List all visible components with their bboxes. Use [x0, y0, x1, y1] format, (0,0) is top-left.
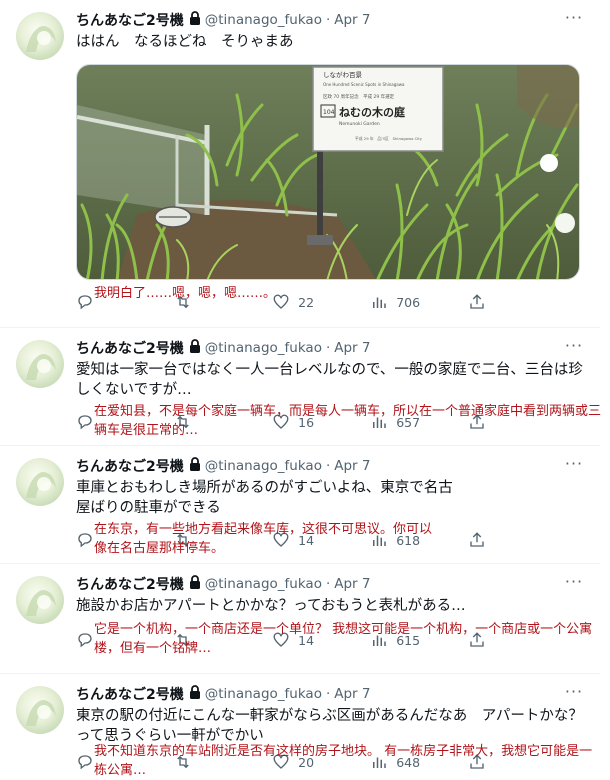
more-dots-icon[interactable]: ··· — [562, 454, 586, 474]
sign-line2: One Hundred Scenic Spots in Shinagawa — [323, 82, 405, 87]
lock-icon — [189, 685, 201, 703]
separator-dot: · — [325, 576, 331, 592]
display-name[interactable]: ちんあなご2号機 — [76, 338, 184, 358]
tweet[interactable]: ちんあなご2号機 @tinanago_fukao · Apr 7 ··· 施設か… — [0, 564, 600, 674]
like-button[interactable]: 22 — [272, 293, 370, 311]
more-dots-icon[interactable]: ··· — [562, 572, 586, 592]
display-name[interactable]: ちんあなご2号機 — [76, 574, 184, 594]
avatar[interactable] — [16, 686, 64, 734]
more-dots-icon[interactable]: ··· — [562, 336, 586, 356]
tweet-text: 東京の駅の付近にこんな一軒家がならぶ区画があるんだなあ アパートかな？って思うぐ… — [76, 708, 583, 744]
share-icon — [470, 294, 484, 309]
tweet-image[interactable]: しながわ百景 One Hundred Scenic Spots in Shina… — [76, 64, 580, 280]
lock-icon — [189, 339, 201, 357]
tweet[interactable]: ちんあなご2号機 @tinanago_fukao · Apr 7 ··· ははん… — [0, 0, 600, 328]
tweet-header: ちんあなご2号機 @tinanago_fukao · Apr 7 — [76, 684, 371, 704]
sign-footer: 平成 29 年 品川区 Shinagawa City — [355, 136, 423, 141]
tweet-header: ちんあなご2号機 @tinanago_fukao · Apr 7 — [76, 10, 371, 30]
tweet-actions: 22 706 — [76, 292, 506, 312]
lock-icon — [189, 457, 201, 475]
translation-overlay: 在东京，有一些地方看起来像车库，这很不可思议。你可以像在名古屋那样停车。 — [94, 522, 433, 556]
user-handle[interactable]: @tinanago_fukao — [205, 12, 322, 28]
translation-overlay: 它是一个机构，一个商店还是一个单位？ 我想这可能是一个机构，一个商店或一个公寓楼… — [94, 622, 593, 656]
reply-icon — [78, 755, 92, 770]
tweet-header: ちんあなご2号機 @tinanago_fukao · Apr 7 — [76, 338, 371, 358]
translation-overlay: 我不知道东京的车站附近是否有这样的房子地块。 有一栋房子非常大，我想它可能是一栋… — [94, 744, 593, 778]
tweet-text: 愛知は一家一台ではなく一人一台レベルなので、一般の家庭で二台、三台は珍しくないで… — [76, 362, 583, 398]
user-handle[interactable]: @tinanago_fukao — [205, 686, 322, 702]
user-handle[interactable]: @tinanago_fukao — [205, 458, 322, 474]
user-handle[interactable]: @tinanago_fukao — [205, 340, 322, 356]
user-handle[interactable]: @tinanago_fukao — [205, 576, 322, 592]
share-button[interactable] — [468, 531, 506, 549]
reply-icon — [78, 633, 92, 648]
separator-dot: · — [325, 340, 331, 356]
reply-icon — [78, 533, 92, 548]
more-dots-icon[interactable]: ··· — [562, 682, 586, 702]
tweet-date[interactable]: Apr 7 — [334, 576, 370, 592]
translation-overlay: 在爱知县，不是每个家庭一辆车，而是每人一辆车，所以在一个普通家庭中看到两辆或三辆… — [94, 404, 602, 438]
avatar[interactable] — [16, 458, 64, 506]
like-count: 22 — [298, 294, 315, 310]
display-name[interactable]: ちんあなご2号機 — [76, 10, 184, 30]
share-button[interactable] — [468, 293, 506, 311]
separator-dot: · — [325, 458, 331, 474]
views-button[interactable]: 706 — [370, 293, 468, 311]
more-dots-icon[interactable]: ··· — [562, 8, 586, 28]
sign-line1: しながわ百景 — [323, 70, 363, 79]
views-bar-chart-icon — [373, 297, 386, 308]
separator-dot: · — [325, 12, 331, 28]
tweet-header: ちんあなご2号機 @tinanago_fukao · Apr 7 — [76, 574, 371, 594]
retweet-button[interactable] — [174, 293, 272, 311]
display-name[interactable]: ちんあなご2号機 — [76, 684, 184, 704]
tweet-text: ははん なるほどね そりゃまあ — [76, 34, 294, 50]
reply-button[interactable] — [76, 293, 174, 311]
lock-icon — [189, 575, 201, 593]
tweet-date[interactable]: Apr 7 — [334, 458, 370, 474]
lock-icon — [189, 11, 201, 29]
retweet-icon — [177, 295, 189, 309]
tweet[interactable]: ちんあなご2号機 @tinanago_fukao · Apr 7 ··· 愛知は… — [0, 328, 601, 446]
avatar[interactable] — [16, 576, 64, 624]
tweet-date[interactable]: Apr 7 — [334, 12, 370, 28]
sign-line3: 区政 70 周年記念 平成 29 年選定 — [323, 93, 395, 100]
tweet-text: 車庫とおもわしき場所があるのがすごいよね、東京で名古屋ばりの駐車ができる — [76, 480, 453, 516]
heart-icon — [273, 294, 289, 309]
share-icon — [470, 532, 484, 547]
sign-number: 104 — [323, 109, 335, 116]
tweet[interactable]: ちんあなご2号機 @tinanago_fukao · Apr 7 ··· 東京の… — [0, 674, 600, 780]
views-count: 706 — [396, 294, 421, 310]
sign-subtitle: Nemunoki Garden — [339, 121, 380, 127]
avatar[interactable] — [16, 340, 64, 388]
display-name[interactable]: ちんあなご2号機 — [76, 456, 184, 476]
tweet-date[interactable]: Apr 7 — [334, 340, 370, 356]
sign-title: ねむの木の庭 — [339, 105, 405, 119]
tweet-text: 施設かお店かアパートとかかな？っておもうと表札がある… — [76, 598, 466, 614]
avatar[interactable] — [16, 12, 64, 60]
tweet-header: ちんあなご2号機 @tinanago_fukao · Apr 7 — [76, 456, 371, 476]
tweet-date[interactable]: Apr 7 — [334, 686, 370, 702]
reply-icon — [78, 295, 92, 310]
separator-dot: · — [325, 686, 331, 702]
reply-icon — [78, 415, 92, 430]
tweet[interactable]: ちんあなご2号機 @tinanago_fukao · Apr 7 ··· 車庫と… — [0, 446, 600, 564]
